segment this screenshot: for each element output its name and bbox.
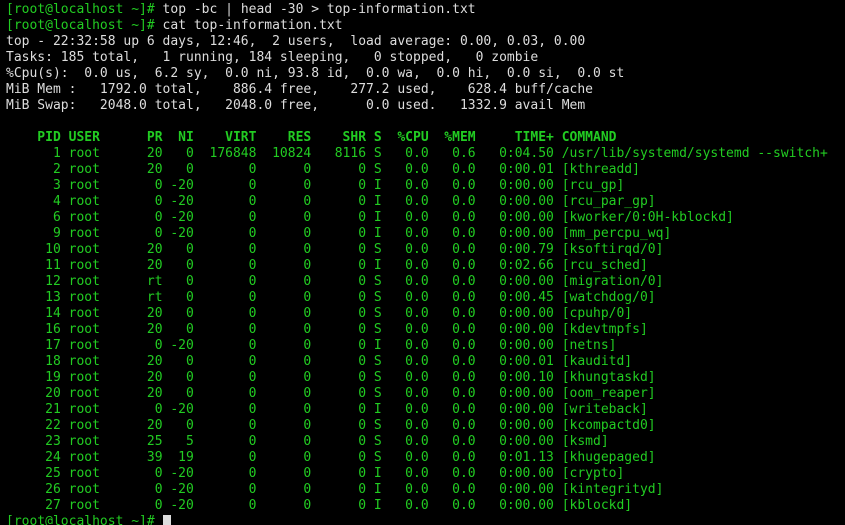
process-row: 10 root 20 0 0 0 0 S 0.0 0.0 0:00.79 [ks… [6, 242, 663, 257]
shell-prompt: [root@localhost ~]# [6, 2, 155, 17]
process-row: 1 root 20 0 176848 10824 8116 S 0.0 0.6 … [6, 146, 828, 161]
process-row: 2 root 20 0 0 0 0 S 0.0 0.0 0:00.01 [kth… [6, 162, 640, 177]
process-row: 24 root 39 19 0 0 0 S 0.0 0.0 0:01.13 [k… [6, 450, 656, 465]
process-row: 25 root 0 -20 0 0 0 I 0.0 0.0 0:00.00 [c… [6, 466, 624, 481]
command-2: cat top-information.txt [163, 18, 343, 33]
process-row: 26 root 0 -20 0 0 0 I 0.0 0.0 0:00.00 [k… [6, 482, 663, 497]
process-row: 19 root 20 0 0 0 0 S 0.0 0.0 0:00.10 [kh… [6, 370, 656, 385]
process-row: 4 root 0 -20 0 0 0 I 0.0 0.0 0:00.00 [rc… [6, 194, 656, 209]
process-row: 17 root 0 -20 0 0 0 I 0.0 0.0 0:00.00 [n… [6, 338, 616, 353]
process-row: 9 root 0 -20 0 0 0 I 0.0 0.0 0:00.00 [mm… [6, 226, 671, 241]
process-row: 3 root 0 -20 0 0 0 I 0.0 0.0 0:00.00 [rc… [6, 178, 624, 193]
top-summary-line: top - 22:32:58 up 6 days, 12:46, 2 users… [6, 34, 585, 49]
process-row: 20 root 20 0 0 0 0 S 0.0 0.0 0:00.00 [oo… [6, 386, 656, 401]
top-summary-line: MiB Swap: 2048.0 total, 2048.0 free, 0.0… [6, 98, 585, 113]
process-row: 11 root 20 0 0 0 0 I 0.0 0.0 0:02.66 [rc… [6, 258, 648, 273]
process-row: 13 root rt 0 0 0 0 S 0.0 0.0 0:00.45 [wa… [6, 290, 656, 305]
process-row: 14 root 20 0 0 0 0 S 0.0 0.0 0:00.00 [cp… [6, 306, 632, 321]
process-row: 23 root 25 5 0 0 0 S 0.0 0.0 0:00.00 [ks… [6, 434, 609, 449]
top-summary-line: %Cpu(s): 0.0 us, 6.2 sy, 0.0 ni, 93.8 id… [6, 66, 624, 81]
process-row: 16 root 20 0 0 0 0 S 0.0 0.0 0:00.00 [kd… [6, 322, 648, 337]
process-row: 27 root 0 -20 0 0 0 I 0.0 0.0 0:00.00 [k… [6, 498, 632, 513]
command-1: top -bc | head -30 > top-information.txt [163, 2, 476, 17]
process-row: 22 root 20 0 0 0 0 S 0.0 0.0 0:00.00 [kc… [6, 418, 656, 433]
process-row: 6 root 0 -20 0 0 0 I 0.0 0.0 0:00.00 [kw… [6, 210, 734, 225]
cursor-icon [163, 515, 171, 525]
top-summary-line: MiB Mem : 1792.0 total, 886.4 free, 277.… [6, 82, 593, 97]
top-summary-line: Tasks: 185 total, 1 running, 184 sleepin… [6, 50, 538, 65]
process-table-header: PID USER PR NI VIRT RES SHR S %CPU %MEM … [6, 130, 616, 145]
process-row: 21 root 0 -20 0 0 0 I 0.0 0.0 0:00.00 [w… [6, 402, 648, 417]
shell-prompt: [root@localhost ~]# [6, 514, 155, 525]
process-row: 12 root rt 0 0 0 0 S 0.0 0.0 0:00.00 [mi… [6, 274, 663, 289]
shell-prompt: [root@localhost ~]# [6, 18, 155, 33]
terminal-output[interactable]: [root@localhost ~]# top -bc | head -30 >… [0, 0, 845, 525]
process-row: 18 root 20 0 0 0 0 S 0.0 0.0 0:00.01 [ka… [6, 354, 632, 369]
